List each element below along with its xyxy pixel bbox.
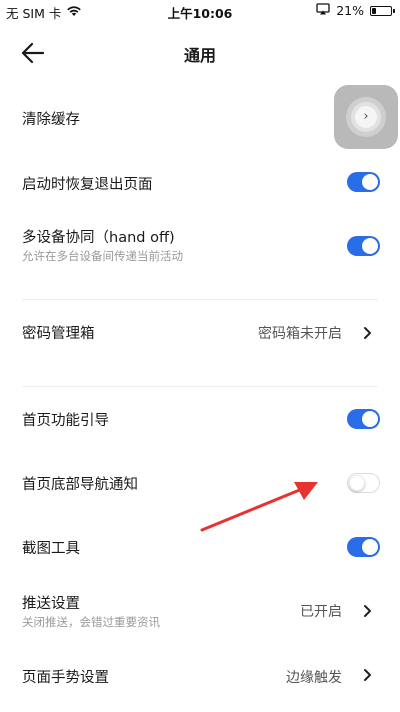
toggle-knob — [349, 475, 365, 491]
push-settings-sublabel: 关闭推送，会错过重要资讯 — [22, 615, 160, 629]
gesture-settings-value: 边缘触发 — [286, 670, 342, 686]
screenshot-tool-toggle[interactable] — [347, 537, 380, 557]
section-divider — [22, 386, 378, 387]
battery-level — [372, 7, 376, 14]
handoff-toggle[interactable] — [347, 236, 380, 256]
chevron-right-icon: › — [363, 109, 369, 124]
chevron-right-icon — [364, 669, 371, 681]
screen-mirroring-icon — [316, 3, 330, 18]
assistive-touch-button[interactable]: › — [334, 85, 398, 149]
handoff-sublabel: 允许在多台设备间传递当前活动 — [22, 249, 183, 263]
toggle-knob — [362, 174, 378, 190]
gesture-settings-row[interactable]: 页面手势设置 边缘触发 — [0, 656, 400, 696]
restore-pages-row: 启动时恢复退出页面 — [0, 160, 400, 204]
push-settings-label: 推送设置 — [22, 596, 80, 612]
home-guide-toggle[interactable] — [347, 409, 380, 429]
screenshot-tool-label: 截图工具 — [22, 541, 80, 557]
chevron-right-icon — [364, 327, 371, 339]
restore-pages-label: 启动时恢复退出页面 — [22, 177, 153, 193]
toggle-knob — [362, 411, 378, 427]
password-manager-row[interactable]: 密码管理箱 密码箱未开启 — [0, 312, 400, 352]
password-manager-value: 密码箱未开启 — [258, 326, 342, 342]
battery-icon — [370, 5, 395, 16]
home-guide-label: 首页功能引导 — [22, 413, 109, 429]
password-manager-label: 密码管理箱 — [22, 326, 95, 342]
settings-page: 无 SIM 卡 上午10:06 21% 通用 清除缓存 启动时恢复退出页面 多设… — [0, 0, 400, 712]
restore-pages-toggle[interactable] — [347, 172, 380, 192]
page-title: 通用 — [183, 46, 216, 65]
home-bottom-nav-toggle[interactable] — [347, 473, 380, 493]
status-bar: 无 SIM 卡 上午10:06 21% — [0, 0, 400, 22]
handoff-row: 多设备协同（hand off) 允许在多台设备间传递当前活动 — [0, 222, 400, 274]
annotation-arrow-icon — [200, 482, 318, 532]
home-bottom-nav-label: 首页底部导航通知 — [22, 477, 138, 493]
push-settings-value: 已开启 — [300, 604, 342, 620]
push-settings-row[interactable]: 推送设置 关闭推送，会错过重要资讯 已开启 — [0, 588, 400, 638]
gesture-settings-label: 页面手势设置 — [22, 670, 109, 686]
home-guide-row: 首页功能引导 — [0, 398, 400, 440]
chevron-right-icon — [364, 605, 371, 617]
toggle-knob — [362, 539, 378, 555]
clear-cache-label: 清除缓存 — [22, 112, 80, 128]
nav-bar: 通用 — [0, 22, 400, 82]
toggle-knob — [362, 238, 378, 254]
section-divider — [22, 299, 378, 300]
battery-percent: 21% — [336, 3, 364, 18]
handoff-label: 多设备协同（hand off) — [22, 230, 175, 246]
